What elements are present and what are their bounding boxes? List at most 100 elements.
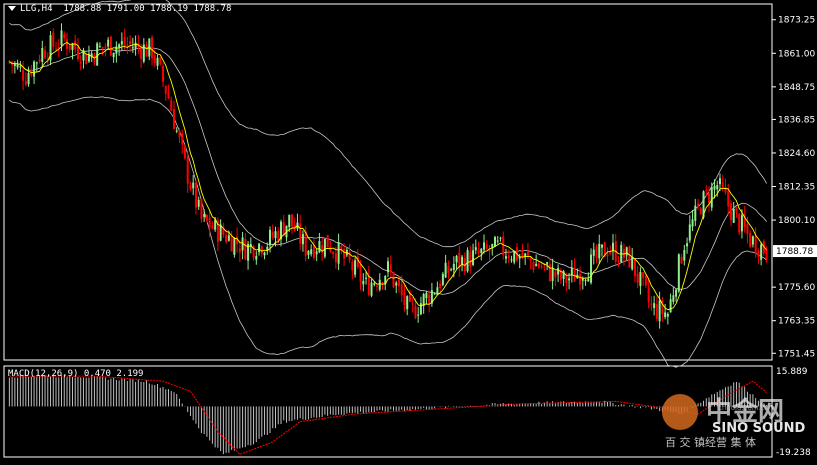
candle-body <box>159 57 162 65</box>
candle-body <box>447 265 450 273</box>
candle-body <box>307 250 310 255</box>
candle-body <box>414 306 417 318</box>
y-axis-tick-label: 1775.60 <box>778 283 815 293</box>
candle-body <box>483 242 486 250</box>
candle-body <box>570 267 573 276</box>
candle-body <box>162 66 165 82</box>
candle-body <box>403 292 406 306</box>
candle-body <box>367 275 370 296</box>
candle-body <box>510 259 513 261</box>
candle-body <box>181 133 184 145</box>
candle-body <box>22 70 25 81</box>
candle-body <box>334 253 337 263</box>
candle-body <box>694 205 697 221</box>
candle-body <box>107 39 110 47</box>
dropdown-triangle-icon[interactable] <box>8 6 16 11</box>
candle-body <box>666 313 669 317</box>
candle-body <box>219 224 222 241</box>
candle-body <box>225 234 228 243</box>
candle-body <box>33 61 36 77</box>
candle-body <box>425 292 428 299</box>
candle-body <box>120 41 123 45</box>
candle-body <box>310 249 313 255</box>
candle-body <box>526 251 529 256</box>
candle-body <box>318 241 321 253</box>
candle-body <box>419 303 422 315</box>
candle-body <box>387 261 389 273</box>
candle-body <box>16 64 19 68</box>
candle-body <box>362 280 365 285</box>
candle-body <box>230 235 233 252</box>
candle-body <box>466 250 469 272</box>
candle-body <box>546 262 549 265</box>
candle-body <box>288 214 291 228</box>
candle-body <box>507 255 510 259</box>
candle-body <box>104 46 107 48</box>
candle-body <box>606 254 609 256</box>
high-value: 1791.00 <box>106 4 145 14</box>
candle-body <box>417 314 420 316</box>
candle-body <box>145 44 148 57</box>
candle-body <box>642 272 645 278</box>
candle-body <box>565 275 568 283</box>
logo-emblem-icon <box>662 394 698 430</box>
candle-body <box>19 66 22 68</box>
candle-body <box>650 303 653 305</box>
candle-body <box>392 271 395 287</box>
candle-body <box>718 178 721 185</box>
candle-body <box>244 238 247 260</box>
candle-body <box>203 214 206 217</box>
candle-body <box>474 247 477 251</box>
candle-body <box>746 223 749 235</box>
current-price-label: 1788.78 <box>776 247 813 257</box>
candle-body <box>628 246 631 268</box>
candle-body <box>359 265 362 283</box>
candle-body <box>376 286 379 288</box>
candle-body <box>378 279 381 290</box>
candle-body <box>477 249 480 254</box>
y-axis-tick-label: 1800.10 <box>778 216 815 226</box>
candle-body <box>98 46 101 48</box>
candle-body <box>688 224 691 241</box>
candle-body <box>186 156 189 184</box>
macd-label: MACD(12,26,9) 0.470 2.199 <box>8 369 144 379</box>
watermark-brand-text: SINO SOUND <box>712 421 806 436</box>
candle-body <box>639 271 642 287</box>
candle-body <box>312 245 315 258</box>
candle-body <box>611 242 614 251</box>
candle-body <box>504 256 507 259</box>
candle-body <box>44 50 47 59</box>
candle-body <box>323 239 326 257</box>
candle-body <box>178 130 181 138</box>
y-axis-tick-label: 1848.75 <box>778 83 815 93</box>
y-axis-tick-label: 1751.45 <box>778 349 815 359</box>
candle-body <box>441 273 444 285</box>
candle-body <box>708 193 711 204</box>
candle-body <box>397 279 400 287</box>
candle-body <box>450 269 453 271</box>
candle-body <box>584 280 587 282</box>
candle-body <box>205 214 208 222</box>
candle-body <box>351 261 354 271</box>
candle-body <box>595 246 598 258</box>
candle-body <box>644 275 647 286</box>
candle-body <box>63 34 66 39</box>
candle-body <box>653 303 656 308</box>
candle-body <box>263 252 266 256</box>
candle-body <box>677 254 680 292</box>
candle-body <box>411 303 414 305</box>
candle-body <box>24 81 27 85</box>
candle-body <box>480 248 483 253</box>
candle-body <box>439 283 442 288</box>
candle-body <box>469 251 472 267</box>
candle-body <box>428 294 431 304</box>
candle-body <box>455 255 458 263</box>
candle-body <box>326 235 329 248</box>
candle-body <box>153 54 156 64</box>
candle-body <box>274 231 277 239</box>
y-axis-tick-label: 1873.25 <box>778 16 815 26</box>
candle-body <box>579 274 582 285</box>
candle-body <box>433 293 436 295</box>
candle-body <box>395 282 398 286</box>
candle-body <box>609 252 612 254</box>
